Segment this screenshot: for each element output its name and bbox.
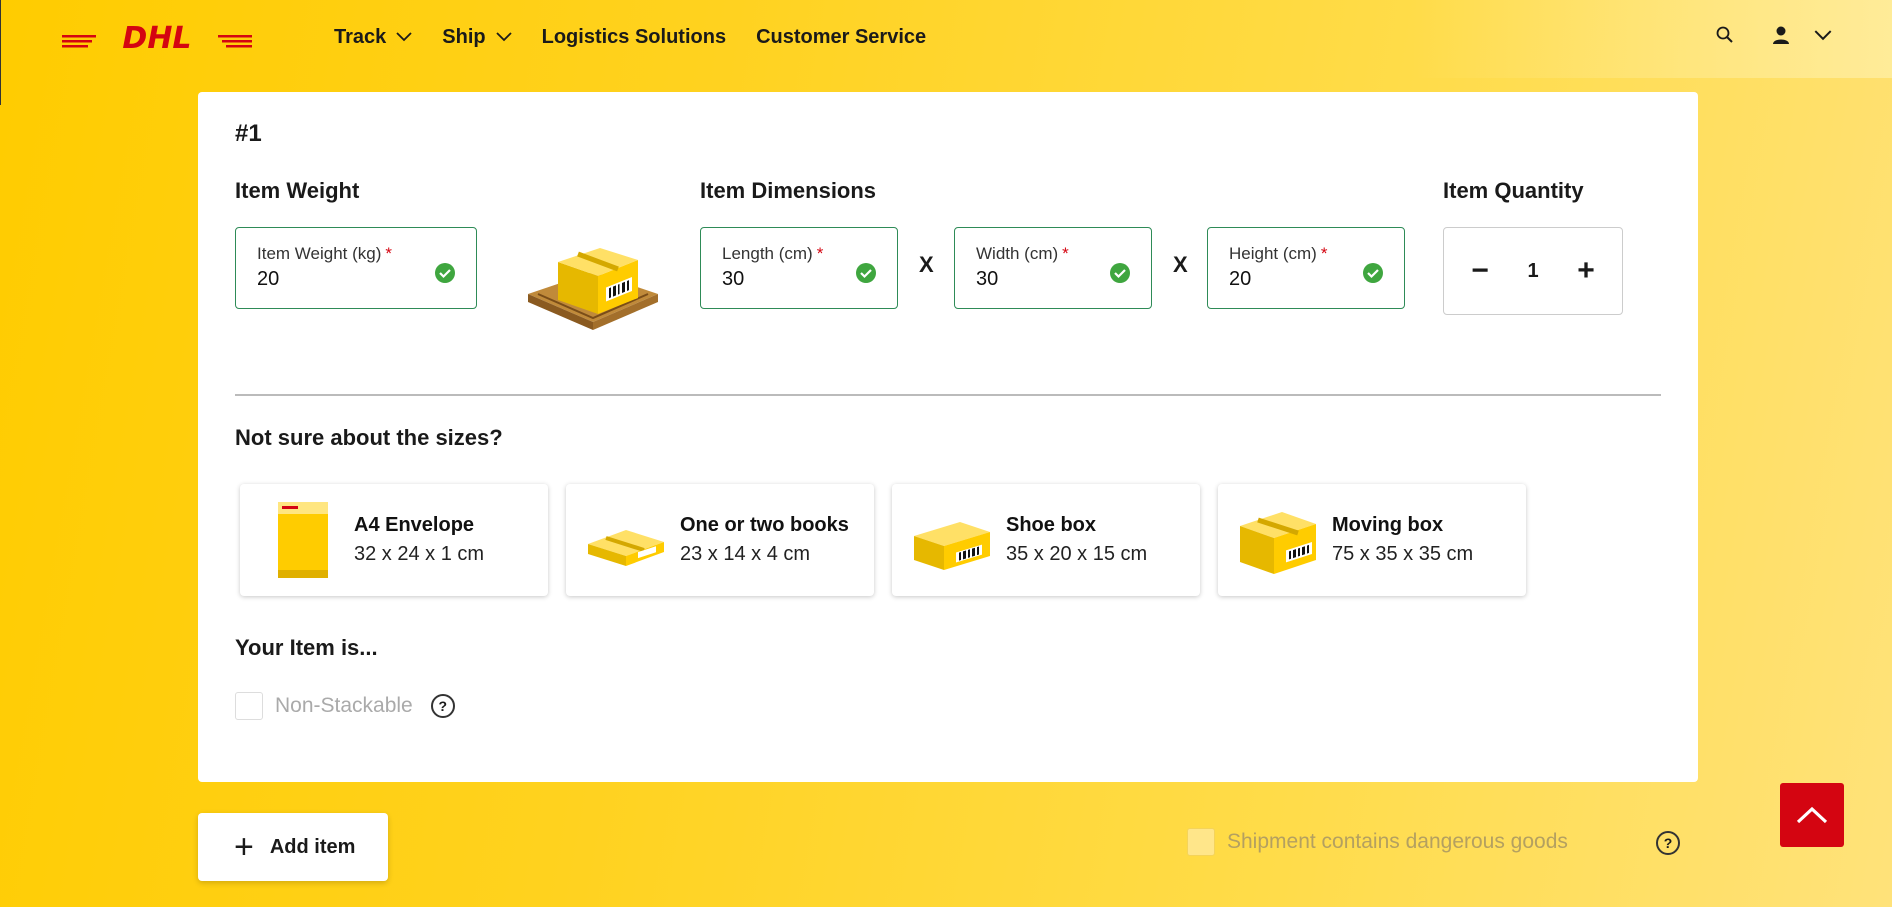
length-label: Length (cm) * [722,244,824,263]
preset-shoe-box[interactable]: Shoe box 35 x 20 x 15 cm [892,484,1200,596]
non-stackable-row: Non-Stackable ? [235,692,455,720]
user-icon [1773,26,1789,44]
quantity-decrement-button[interactable]: − [1468,256,1492,286]
dimension-separator: X [1173,252,1188,277]
header-actions [1714,24,1832,46]
item-card: #1 Item Weight Item Weight (kg) * 20 Item… [198,92,1698,782]
dangerous-goods-row: Shipment contains dangerous goods [1187,828,1568,856]
add-item-button[interactable]: + Add item [198,813,388,881]
height-label: Height (cm) * [1229,244,1328,263]
non-stackable-label: Non-Stackable [275,694,413,717]
preset-size: 32 x 24 x 1 cm [354,543,485,565]
site-header: DHL Track Ship Logistics Solutions Custo… [0,0,1892,78]
width-value[interactable]: 30 [976,268,998,291]
nav-ship-label: Ship [442,25,486,48]
help-icon[interactable]: ? [430,694,455,718]
quantity-increment-button[interactable]: + [1574,256,1598,286]
nav-track[interactable]: Track [334,22,412,52]
preset-size: 75 x 35 x 35 cm [1332,543,1474,565]
preset-size: 23 x 14 x 4 cm [680,543,811,565]
search-icon[interactable] [1714,24,1736,46]
item-weight-heading: Item Weight [235,178,360,203]
dimension-separator: X [919,252,934,277]
nav-logistics-label: Logistics Solutions [541,25,727,48]
preset-title: Moving box [1332,514,1444,536]
width-label: Width (cm) * [976,244,1069,263]
chevron-down-icon [495,32,512,42]
preset-size: 35 x 20 x 15 cm [1006,543,1148,565]
check-icon [1363,263,1383,283]
item-attributes-heading: Your Item is... [235,635,378,660]
item-weight-field[interactable]: Item Weight (kg) * 20 [235,227,477,309]
chevron-down-icon [1814,29,1832,40]
dangerous-goods-checkbox[interactable] [1187,828,1215,856]
nav-customer-service-label: Customer Service [756,25,927,48]
help-icon[interactable]: ? [1656,831,1680,855]
item-weight-label: Item Weight (kg) * [257,244,393,263]
length-value[interactable]: 30 [722,268,744,291]
envelope-icon [278,502,328,578]
preset-moving-box[interactable]: Moving box 75 x 35 x 35 cm [1218,484,1526,596]
presets-heading: Not sure about the sizes? [235,425,503,450]
logo-text: DHL [122,22,191,52]
user-menu[interactable] [1770,24,1832,46]
dangerous-goods-label: Shipment contains dangerous goods [1227,830,1568,853]
item-dimensions-heading: Item Dimensions [700,178,877,203]
item-quantity-heading: Item Quantity [1443,178,1584,203]
section-divider [235,394,1661,396]
moving-box-icon [1240,512,1316,574]
preset-title: Shoe box [1006,514,1097,536]
flat-box-icon [588,530,664,566]
shoe-box-icon [914,522,990,570]
preset-books[interactable]: One or two books 23 x 14 x 4 cm [566,484,874,596]
non-stackable-checkbox[interactable] [235,692,263,720]
main-nav: Track Ship Logistics Solutions Customer … [334,22,956,52]
preset-a4-envelope[interactable]: A4 Envelope 32 x 24 x 1 cm [240,484,548,596]
nav-ship[interactable]: Ship [442,22,512,52]
nav-track-label: Track [334,25,387,48]
check-icon [856,263,876,283]
height-field[interactable]: Height (cm) * 20 [1207,227,1405,309]
preset-title: A4 Envelope [354,514,475,536]
chevron-down-icon [396,32,412,42]
quantity-stepper: − 1 + [1443,227,1623,315]
add-item-label: Add item [269,835,356,858]
pallet-box-icon [528,248,658,330]
check-icon [435,263,455,283]
height-value[interactable]: 20 [1229,268,1251,291]
check-icon [1110,263,1130,283]
length-field[interactable]: Length (cm) * 30 [700,227,898,309]
preset-title: One or two books [680,514,849,536]
quantity-value[interactable]: 1 [1527,260,1538,283]
nav-logistics-solutions[interactable]: Logistics Solutions [542,22,726,52]
back-to-top-button[interactable] [1780,783,1844,847]
nav-customer-service[interactable]: Customer Service [756,22,926,52]
plus-icon: + [234,828,254,866]
size-presets: A4 Envelope 32 x 24 x 1 cm One or two bo… [240,484,1526,596]
item-number: #1 [235,120,262,147]
chevron-up-icon [1796,806,1828,824]
item-weight-value[interactable]: 20 [257,268,279,291]
dhl-logo[interactable]: DHL [62,22,252,52]
width-field[interactable]: Width (cm) * 30 [954,227,1152,309]
